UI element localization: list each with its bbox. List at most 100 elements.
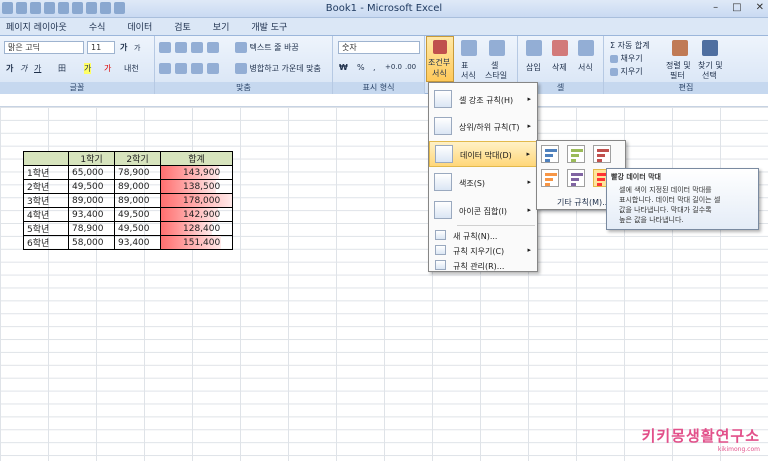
fill-color-button[interactable]: 가 [84,63,92,74]
data-bar-green-swatch[interactable] [567,145,585,163]
italic-button[interactable]: 가 [20,63,27,74]
close-button[interactable]: ✕ [756,2,764,13]
autosum-button[interactable]: Σ 자동 합계 [610,40,650,51]
group-editing-label: 편집 [604,82,768,94]
table-row: 6학년 58,000 93,400 151,400 [23,235,233,250]
insert-button[interactable]: 삽입 [526,62,541,73]
semester2-cell[interactable]: 49,500 [114,221,161,236]
row-label-cell[interactable]: 4학년 [23,207,69,222]
number-format-select[interactable]: 숫자 [338,41,420,54]
semester2-cell[interactable]: 89,000 [114,193,161,208]
semester2-cell[interactable]: 93,400 [114,235,161,250]
menu-item-icon-sets[interactable]: 아이콘 집합(I) ▸ [429,197,537,223]
wrap-text-button[interactable]: 텍스트 줄 바꿈 [235,42,299,53]
menu-item-color-scales[interactable]: 색조(S) ▸ [429,169,537,195]
find-select-label-2[interactable]: 선택 [702,70,717,81]
data-bar-red-swatch[interactable] [593,145,611,163]
border-button[interactable]: 田 [58,63,66,74]
menu-item-clear-rules[interactable]: 규칙 지우기(C) ▸ [429,243,537,257]
tab-review[interactable]: 검토 [174,20,191,33]
semester1-cell[interactable]: 93,400 [68,207,115,222]
semester1-cell[interactable]: 58,000 [68,235,115,250]
total-value: 151,400 [183,237,221,248]
tab-formulas[interactable]: 수식 [89,20,106,33]
orientation-icon[interactable] [207,42,219,53]
conditional-formatting-button[interactable]: 조건부 서식 [426,36,454,82]
percent-button[interactable]: % [357,63,365,72]
sort-filter-label-2[interactable]: 필터 [670,70,685,81]
currency-button[interactable]: ₩ [339,63,348,72]
menu-item-new-rule[interactable]: 새 규칙(N)... [429,228,537,242]
cond-format-label-2: 서식 [432,69,447,78]
header-cell-total[interactable]: 합계 [160,151,233,166]
tab-page-layout[interactable]: 페이지 레이아웃 [6,20,67,33]
format-button[interactable]: 서식 [578,62,593,73]
icon-sets-icon [434,201,452,219]
total-cell[interactable]: 128,400 [160,221,233,236]
bold-button[interactable]: 가 [6,63,13,74]
total-cell[interactable]: 143,900 [160,165,233,180]
semester1-cell[interactable]: 78,900 [68,221,115,236]
formula-bar-area [0,95,768,107]
total-cell[interactable]: 142,900 [160,207,233,222]
indent-icon[interactable] [207,63,219,74]
fill-button[interactable]: 채우기 [610,53,643,64]
align-left-icon[interactable] [159,63,171,74]
comma-button[interactable]: , [373,63,376,72]
total-cell[interactable]: 178,000 [160,193,233,208]
merge-icon [235,63,247,74]
row-label-cell[interactable]: 6학년 [23,235,69,250]
delete-button[interactable]: 삭제 [552,62,567,73]
conditional-formatting-menu: 셀 강조 규칙(H) ▸ 상위/하위 규칙(T) ▸ 데이터 막대(D) ▸ 색… [428,82,538,272]
underline-button[interactable]: 가 [34,63,41,74]
row-label-cell[interactable]: 5학년 [23,221,69,236]
increase-decimal-button[interactable]: +0.0 [385,63,402,71]
merge-center-button[interactable]: 병합하고 가운데 맞춤 [235,63,321,74]
tab-developer[interactable]: 개발 도구 [251,20,287,33]
align-top-icon[interactable] [159,42,171,53]
row-label-cell[interactable]: 1학년 [23,165,69,180]
menu-item-highlight-rules[interactable]: 셀 강조 규칙(H) ▸ [429,86,537,112]
header-cell-blank[interactable] [23,151,69,166]
table-format-label-2[interactable]: 서식 [461,70,476,81]
decrease-decimal-button[interactable]: .00 [405,63,416,71]
row-label-cell[interactable]: 3학년 [23,193,69,208]
tab-data[interactable]: 데이터 [127,20,152,33]
semester1-cell[interactable]: 49,500 [68,179,115,194]
row-label-cell[interactable]: 2학년 [23,179,69,194]
header-cell-s1[interactable]: 1학기 [68,151,115,166]
semester2-cell[interactable]: 78,900 [114,165,161,180]
menu-item-manage-rules[interactable]: 규칙 관리(R)... [429,258,537,272]
data-bar-blue-swatch[interactable] [541,145,559,163]
semester1-cell[interactable]: 65,000 [68,165,115,180]
total-cell[interactable]: 151,400 [160,235,233,250]
font-color-button[interactable]: 가 [104,63,111,74]
font-size-select[interactable]: 11 [87,41,115,54]
group-alignment-label: 맞춤 [155,82,332,94]
data-bar-orange-swatch[interactable] [541,169,559,187]
more-rules-button[interactable]: 기타 규칙(M)... [557,197,610,208]
minimize-button[interactable]: – [713,2,718,13]
header-cell-s2[interactable]: 2학기 [114,151,161,166]
align-middle-icon[interactable] [175,42,187,53]
shrink-font-button[interactable]: 가 [134,43,140,53]
font-name-select[interactable]: 맑은 고딕 [4,41,84,54]
total-cell[interactable]: 138,500 [160,179,233,194]
semester2-cell[interactable]: 89,000 [114,179,161,194]
cell-style-label-2[interactable]: 스타일 [485,70,507,81]
wrap-text-label: 텍스트 줄 바꿈 [249,43,299,52]
grow-font-button[interactable]: 가 [120,42,127,53]
align-bottom-icon[interactable] [191,42,203,53]
align-center-icon[interactable] [175,63,187,74]
tab-view[interactable]: 보기 [213,20,230,33]
phonetic-button[interactable]: 내천 [124,63,139,74]
clear-button[interactable]: 지우기 [610,66,643,77]
align-right-icon[interactable] [191,63,203,74]
menu-item-data-bars[interactable]: 데이터 막대(D) ▸ [429,141,537,167]
cond-format-label-1: 조건부 [428,58,451,67]
menu-item-top-bottom-rules[interactable]: 상위/하위 규칙(T) ▸ [429,113,537,139]
maximize-button[interactable]: □ [732,2,741,13]
data-bar-purple-swatch[interactable] [567,169,585,187]
semester2-cell[interactable]: 49,500 [114,207,161,222]
semester1-cell[interactable]: 89,000 [68,193,115,208]
